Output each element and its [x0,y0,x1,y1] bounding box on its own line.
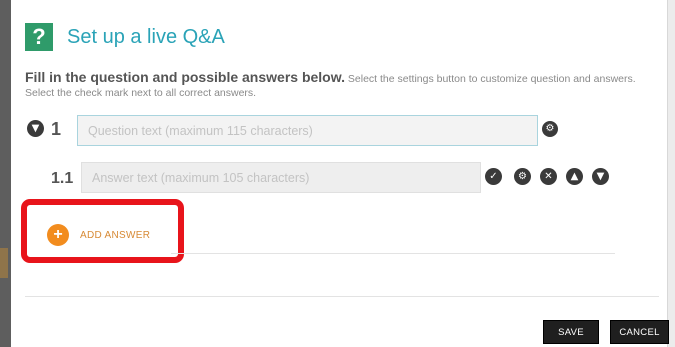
answer-number: 1.1 [51,170,74,187]
qa-setup-dialog: ? Set up a live Q&A Fill in the question… [11,0,669,347]
arrow-down-icon[interactable]: ▼ [592,168,609,185]
background-window-accent [0,248,8,278]
gear-icon[interactable]: ⚙ [514,168,531,185]
instructions: Fill in the question and possible answer… [25,70,665,100]
scrollbar[interactable] [667,0,675,347]
question-mark-icon: ? [25,23,53,51]
divider [171,253,615,254]
chevron-down-icon[interactable]: ▼ [27,120,44,137]
cancel-button[interactable]: CANCEL [610,320,669,344]
question-number: 1 [51,119,62,139]
instructions-heading: Fill in the question and possible answer… [25,69,345,85]
dialog-header: ? Set up a live Q&A [25,23,225,51]
divider [25,296,659,297]
background-window-edge [0,0,11,347]
answer-text-input[interactable] [81,162,481,193]
question-text-input[interactable] [77,115,538,146]
save-button[interactable]: SAVE [543,320,599,344]
checkmark-icon[interactable]: ✓ [485,168,502,185]
dialog-title: Set up a live Q&A [67,25,225,48]
arrow-up-icon[interactable]: ▲ [566,168,583,185]
highlight-box [21,199,184,263]
gear-icon[interactable]: ⚙ [542,121,558,137]
close-icon[interactable]: ✕ [540,168,557,185]
